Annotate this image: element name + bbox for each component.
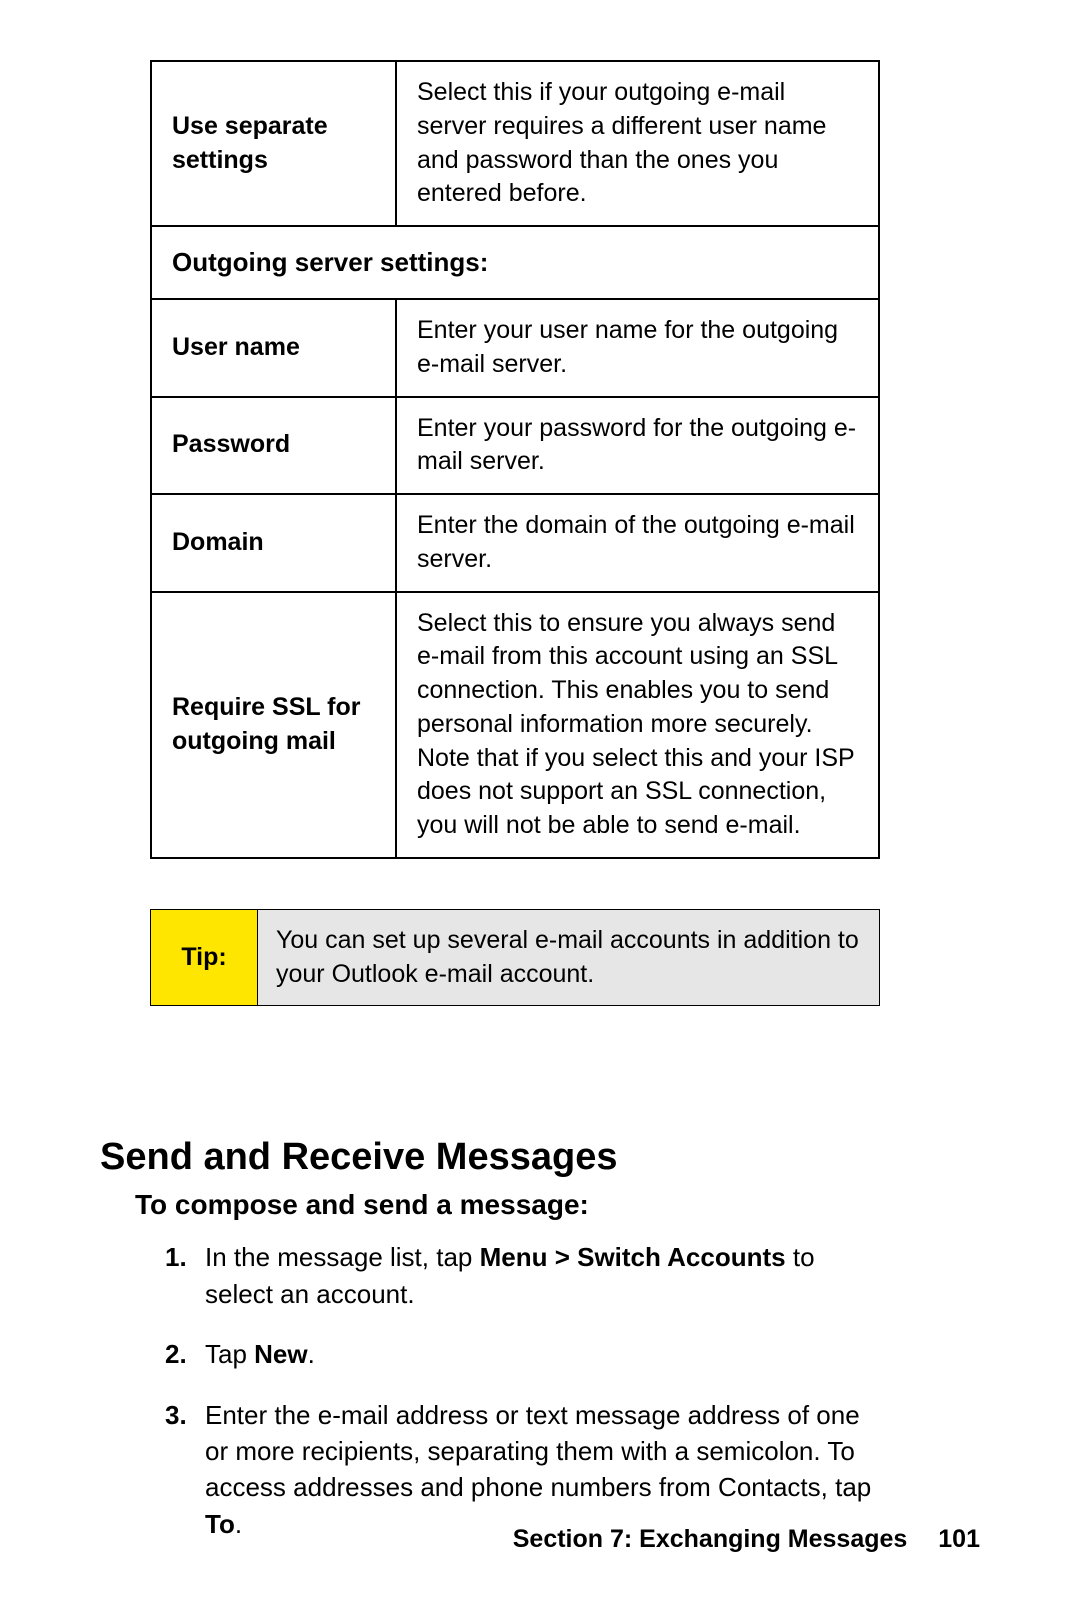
- step-number: 3.: [165, 1397, 187, 1433]
- setting-description: Enter the domain of the outgoing e-mail …: [396, 494, 879, 592]
- table-row: Password Enter your password for the out…: [151, 397, 879, 495]
- step-text-pre: In the message list, tap: [205, 1242, 480, 1272]
- step-text-post: .: [308, 1339, 315, 1369]
- setting-description: Enter your user name for the outgoing e-…: [396, 299, 879, 397]
- sub-heading: To compose and send a message:: [135, 1189, 980, 1221]
- section-heading: Send and Receive Messages: [100, 1136, 980, 1179]
- setting-description: Select this if your outgoing e-mail serv…: [396, 61, 879, 226]
- list-item: 2. Tap New.: [165, 1336, 875, 1372]
- step-text-bold: Menu > Switch Accounts: [480, 1242, 786, 1272]
- table-row: Use separate settings Select this if you…: [151, 61, 879, 226]
- step-text-bold: New: [254, 1339, 307, 1369]
- table-row: Domain Enter the domain of the outgoing …: [151, 494, 879, 592]
- table-section-header: Outgoing server settings:: [151, 226, 879, 299]
- settings-table: Use separate settings Select this if you…: [150, 60, 880, 859]
- table-row: User name Enter your user name for the o…: [151, 299, 879, 397]
- footer-page-number: 101: [938, 1525, 980, 1553]
- setting-label: Require SSL for outgoing mail: [151, 592, 396, 858]
- page-content: Use separate settings Select this if you…: [0, 0, 1080, 1542]
- step-text-pre: Enter the e-mail address or text message…: [205, 1400, 871, 1503]
- footer-section: Section 7: Exchanging Messages: [513, 1525, 908, 1553]
- setting-description: Enter your password for the outgoing e-m…: [396, 397, 879, 495]
- list-item: 3. Enter the e-mail address or text mess…: [165, 1397, 875, 1543]
- step-text-bold: To: [205, 1509, 235, 1539]
- step-number: 1.: [165, 1239, 187, 1275]
- setting-description: Select this to ensure you always send e-…: [396, 592, 879, 858]
- tip-label: Tip:: [151, 909, 258, 1006]
- setting-label: Password: [151, 397, 396, 495]
- steps-list: 1. In the message list, tap Menu > Switc…: [165, 1239, 875, 1542]
- step-text-pre: Tap: [205, 1339, 254, 1369]
- list-item: 1. In the message list, tap Menu > Switc…: [165, 1239, 875, 1312]
- tip-box: Tip: You can set up several e-mail accou…: [150, 909, 880, 1007]
- step-text-post: .: [235, 1509, 242, 1539]
- table-row: Require SSL for outgoing mail Select thi…: [151, 592, 879, 858]
- setting-label: Domain: [151, 494, 396, 592]
- setting-label: User name: [151, 299, 396, 397]
- page-footer: Section 7: Exchanging Messages 101: [513, 1525, 980, 1554]
- tip-body: You can set up several e-mail accounts i…: [258, 909, 880, 1006]
- setting-label: Use separate settings: [151, 61, 396, 226]
- step-number: 2.: [165, 1336, 187, 1372]
- table-section-header-row: Outgoing server settings:: [151, 226, 879, 299]
